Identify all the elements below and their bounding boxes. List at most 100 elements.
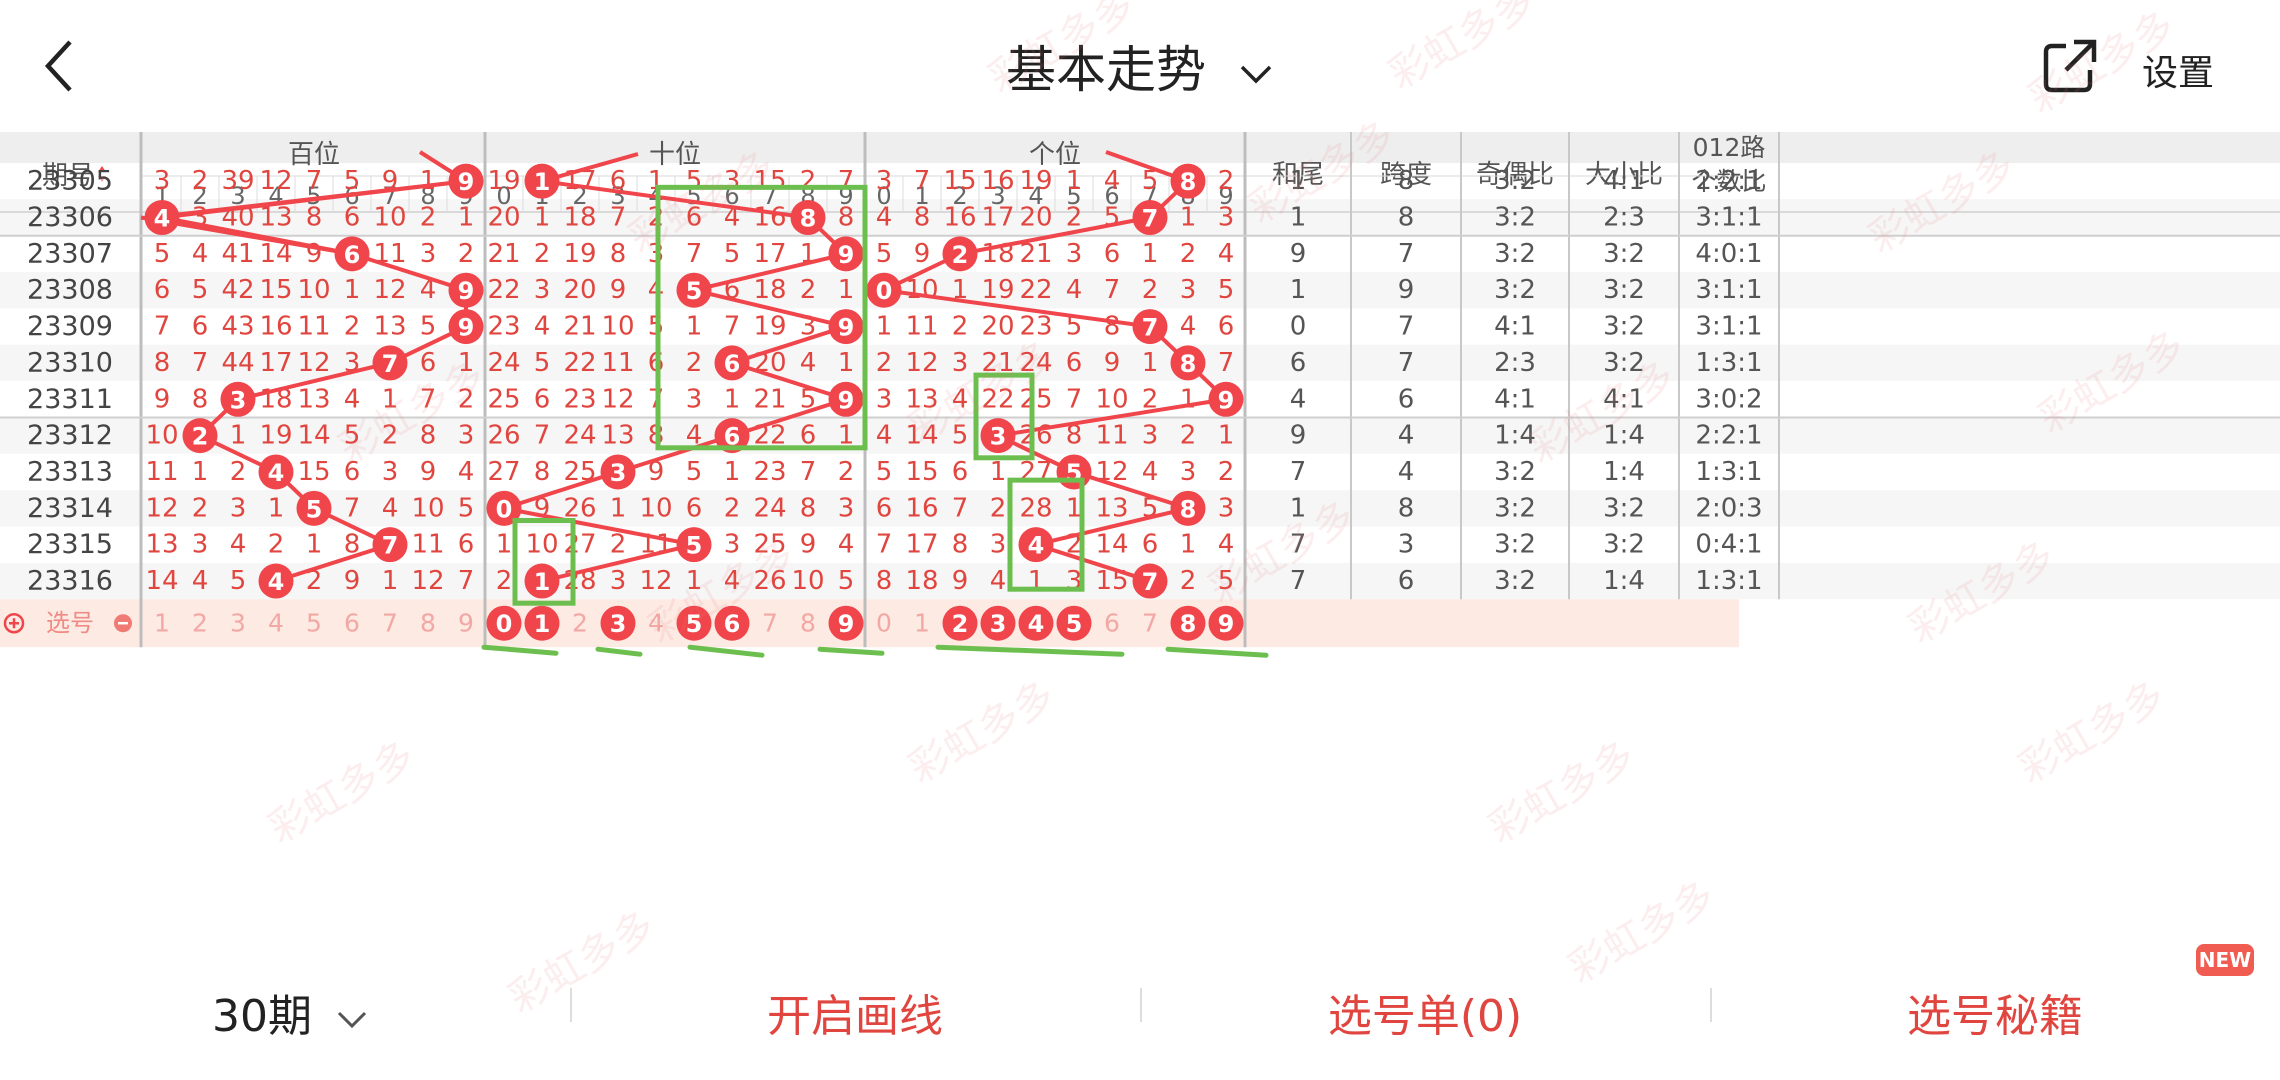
stat-cell: 3:0:2 — [1695, 384, 1762, 414]
units-winning-ball: 3 — [980, 418, 1016, 454]
select-label: 选号 — [46, 609, 94, 637]
stat-cell: 0 — [1290, 312, 1307, 342]
miss-count: 7 — [838, 166, 855, 196]
miss-count: 6 — [952, 457, 969, 487]
miss-count: 3 — [230, 493, 247, 523]
ball-number: 6 — [724, 350, 741, 378]
hundreds-winning-ball: 2 — [182, 418, 218, 454]
miss-count: 2 — [268, 530, 285, 560]
miss-count: 1 — [876, 312, 893, 342]
miss-count: 7 — [800, 457, 817, 487]
miss-count: 3 — [1142, 421, 1159, 451]
select-digit: 5 — [306, 609, 322, 638]
miss-count: 1 — [496, 530, 513, 560]
miss-count: 2 — [458, 384, 475, 414]
miss-count: 6 — [1218, 312, 1235, 342]
miss-count: 10 — [601, 312, 634, 342]
select-digit: 0 — [876, 609, 892, 638]
tens-winning-ball: 6 — [714, 345, 750, 381]
hundreds-winning-ball: 3 — [220, 381, 256, 417]
miss-count: 4 — [1218, 239, 1235, 269]
row-bg — [0, 272, 2280, 309]
miss-count: 12 — [411, 566, 444, 596]
miss-count: 1 — [1142, 239, 1159, 269]
selected-units-ball: 2 — [942, 605, 978, 641]
miss-count: 12 — [373, 275, 406, 305]
share-icon[interactable] — [2040, 36, 2100, 96]
miss-count: 3 — [420, 239, 437, 269]
period-count-dropdown[interactable]: 30期 — [150, 980, 430, 1044]
miss-count: 8 — [800, 493, 817, 523]
miss-count: 3 — [192, 530, 209, 560]
page-title-dropdown[interactable]: 基本走势 — [0, 30, 2280, 102]
stat-cell: 3:1:1 — [1695, 275, 1762, 305]
miss-count: 11 — [601, 348, 634, 378]
miss-count: 2 — [1180, 566, 1197, 596]
miss-count: 1 — [344, 275, 361, 305]
page-title: 基本走势 — [1006, 41, 1207, 99]
miss-count: 4 — [876, 421, 893, 451]
stat-cell: 4 — [1290, 384, 1307, 414]
miss-count: 3 — [1180, 275, 1197, 305]
hundreds-winning-ball: 6 — [334, 236, 370, 272]
miss-count: 1 — [420, 166, 437, 196]
miss-count: 1 — [1066, 166, 1083, 196]
miss-count: 1 — [230, 421, 247, 451]
period-cell: 23313 — [27, 456, 113, 487]
ball-number: 8 — [1180, 168, 1197, 196]
hundreds-winning-ball: 5 — [296, 490, 332, 526]
chevron-down-icon — [1240, 65, 1272, 83]
divider — [1710, 988, 1712, 1022]
miss-count: 5 — [458, 493, 475, 523]
miss-count: 43 — [221, 312, 254, 342]
miss-count: 12 — [601, 384, 634, 414]
settings-button[interactable]: 设置 — [2142, 44, 2214, 96]
ball-number: 5 — [686, 277, 703, 305]
hundreds-winning-ball: 4 — [258, 563, 294, 599]
ball-number: 3 — [990, 610, 1007, 638]
miss-count: 9 — [610, 275, 627, 305]
miss-count: 7 — [154, 312, 171, 342]
miss-count: 13 — [601, 421, 634, 451]
units-winning-ball: 7 — [1132, 309, 1168, 345]
miss-count: 8 — [534, 457, 551, 487]
miss-count: 7 — [306, 166, 323, 196]
selection-tips-button[interactable]: 选号秘籍 — [1830, 980, 2160, 1044]
miss-count: 18 — [753, 275, 786, 305]
miss-count: 1 — [610, 493, 627, 523]
miss-count: 5 — [154, 239, 171, 269]
miss-count: 23 — [1019, 312, 1052, 342]
miss-count: 10 — [1095, 384, 1128, 414]
stat-cell: 4:1 — [1603, 166, 1645, 196]
miss-count: 6 — [344, 457, 361, 487]
stat-cell: 6 — [1398, 384, 1415, 414]
miss-count: 20 — [487, 203, 520, 233]
stat-cell: 6 — [1398, 566, 1415, 596]
ball-number: 2 — [192, 423, 209, 451]
selection-list-button[interactable]: 选号单(0) — [1260, 980, 1590, 1044]
select-row-bg — [0, 599, 1739, 648]
miss-count: 1 — [268, 493, 285, 523]
miss-count: 21 — [563, 312, 596, 342]
miss-count: 7 — [914, 166, 931, 196]
period-cell: 23310 — [27, 347, 113, 378]
select-digit: 9 — [458, 609, 474, 638]
miss-count: 8 — [1104, 312, 1121, 342]
miss-count: 4 — [1218, 530, 1235, 560]
miss-count: 23 — [563, 384, 596, 414]
miss-count: 17 — [259, 348, 292, 378]
stat-cell: 2:3 — [1603, 203, 1645, 233]
ball-number: 5 — [686, 610, 703, 638]
miss-count: 7 — [610, 203, 627, 233]
stat-cell: 4:1 — [1494, 312, 1536, 342]
miss-count: 13 — [1095, 493, 1128, 523]
selected-tens-ball: 3 — [600, 605, 636, 641]
stat-cell: 1:3:1 — [1695, 348, 1762, 378]
miss-count: 6 — [344, 203, 361, 233]
ball-number: 8 — [1180, 610, 1197, 638]
miss-count: 5 — [1218, 566, 1235, 596]
miss-count: 2 — [192, 166, 209, 196]
draw-lines-button[interactable]: 开启画线 — [690, 980, 1020, 1044]
miss-count: 15 — [259, 275, 292, 305]
stat-cell: 1:4 — [1603, 421, 1645, 451]
